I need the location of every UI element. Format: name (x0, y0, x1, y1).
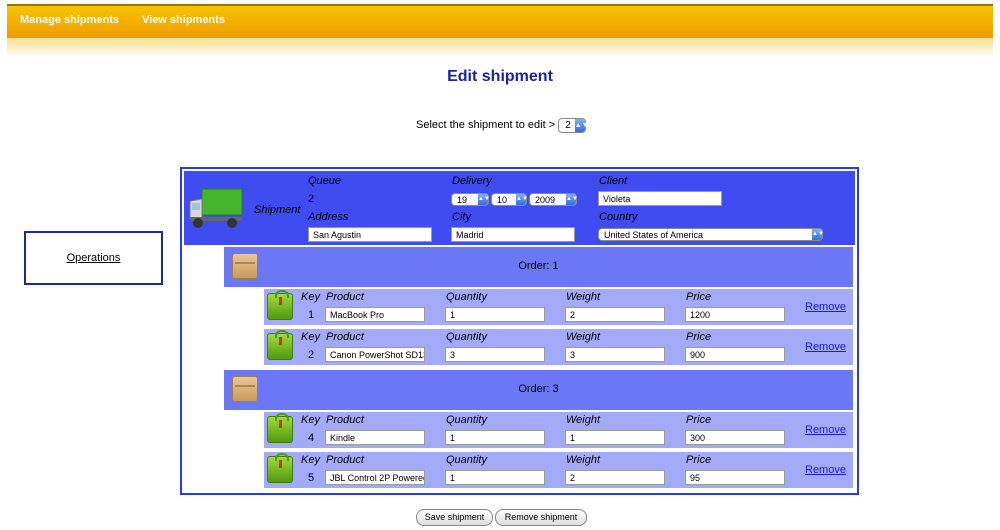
quantity-input[interactable]: 3 (445, 347, 545, 362)
key-value: 5 (308, 472, 315, 484)
city-label: City (452, 211, 471, 223)
city-input[interactable]: Madrid (451, 227, 575, 242)
weight-input[interactable]: 1 (565, 430, 665, 445)
address-input[interactable]: San Agustin (308, 227, 432, 242)
quantity-label: Quantity (446, 454, 487, 466)
price-input[interactable]: 300 (685, 430, 785, 445)
product-row: Key 5 Product JBL Control 2P Powered Quantit… (264, 452, 853, 488)
remove-product-link[interactable]: Remove (805, 464, 846, 476)
price-label: Price (686, 331, 712, 343)
price-input[interactable]: 900 (685, 347, 785, 362)
select-arrows-icon: ▲▼ (812, 229, 824, 240)
quantity-label: Quantity (446, 291, 487, 303)
shipment-selector-row: Select the shipment to edit > 2 ▲▼ (416, 118, 589, 133)
delivery-year-select[interactable]: 2009 ▲▼ (529, 193, 578, 206)
operations-box: Operations (24, 231, 163, 285)
select-arrows-icon: ▲▼ (574, 119, 589, 132)
shipment-select[interactable]: 2 ▲▼ (558, 118, 589, 133)
product-label: Product (326, 414, 364, 426)
remove-product-link[interactable]: Remove (805, 424, 846, 436)
shipment-label: Shipment (254, 204, 301, 216)
quantity-input[interactable]: 1 (445, 307, 545, 322)
order-label: Order: 3 (518, 383, 559, 395)
product-input[interactable]: Canon PowerShot SD1300 (325, 347, 425, 362)
operations-link[interactable]: Operations (67, 252, 121, 264)
nav-manage-shipments[interactable]: Manage shipments (20, 14, 119, 26)
truck-icon (189, 188, 243, 228)
order-label: Order: 1 (518, 260, 559, 272)
key-label: Key (301, 454, 320, 466)
quantity-input[interactable]: 1 (445, 470, 545, 485)
product-label: Product (326, 331, 364, 343)
price-label: Price (686, 414, 712, 426)
product-label: Product (326, 454, 364, 466)
delivery-label: Delivery (452, 175, 492, 187)
key-value: 2 (308, 349, 315, 361)
weight-label: Weight (566, 291, 601, 303)
address-label: Address (308, 211, 349, 223)
shopping-bag-icon (267, 413, 293, 443)
quantity-label: Quantity (446, 331, 487, 343)
queue-label: Queue (308, 175, 342, 187)
key-value: 1 (308, 309, 315, 321)
delivery-month-select[interactable]: 10 ▲▼ (491, 193, 528, 206)
product-input[interactable]: MacBook Pro (325, 307, 425, 322)
weight-input[interactable]: 2 (565, 470, 665, 485)
remove-shipment-button[interactable]: Remove shipment (495, 509, 587, 526)
product-label: Product (326, 291, 364, 303)
select-arrows-icon: ▲▼ (478, 194, 490, 205)
shopping-bag-icon (267, 453, 293, 483)
save-shipment-button[interactable]: Save shipment (416, 509, 493, 526)
key-label: Key (301, 331, 320, 343)
order-header: Order: 3 (224, 370, 853, 410)
shipment-panel: Shipment Queue 2 Delivery 19 ▲▼ 10 ▲▼ 2009… (180, 167, 859, 495)
price-input[interactable]: 95 (685, 470, 785, 485)
quantity-label: Quantity (446, 414, 487, 426)
queue-value: 2 (308, 193, 315, 205)
price-label: Price (686, 454, 712, 466)
product-row: Key 1 Product MacBook Pro Quantity 1 Weight 2 Pr… (264, 289, 853, 325)
remove-product-link[interactable]: Remove (805, 341, 846, 353)
weight-label: Weight (566, 414, 601, 426)
remove-product-link[interactable]: Remove (805, 301, 846, 313)
key-label: Key (301, 414, 320, 426)
product-input[interactable]: Kindle (325, 430, 425, 445)
order-header: Order: 1 (224, 247, 853, 287)
quantity-input[interactable]: 1 (445, 430, 545, 445)
key-label: Key (301, 291, 320, 303)
weight-label: Weight (566, 454, 601, 466)
top-nav-fade (7, 38, 993, 58)
client-input[interactable]: Violeta (598, 191, 722, 206)
select-arrows-icon: ▲▼ (566, 194, 578, 205)
weight-input[interactable]: 2 (565, 307, 665, 322)
price-label: Price (686, 291, 712, 303)
weight-input[interactable]: 3 (565, 347, 665, 362)
product-row: Key 2 Product Canon PowerShot SD1300 Quantit… (264, 329, 853, 365)
country-label: Country (599, 211, 638, 223)
price-input[interactable]: 1200 (685, 307, 785, 322)
shopping-bag-icon (267, 330, 293, 360)
product-row: Key 4 Product Kindle Quantity 1 Weight 1 Price 30… (264, 412, 853, 448)
client-label: Client (599, 175, 628, 187)
delivery-day-select[interactable]: 19 ▲▼ (451, 193, 490, 206)
page-title: Edit shipment (447, 68, 553, 85)
country-select[interactable]: United States of America ▲▼ (598, 228, 824, 241)
top-nav-bar: Manage shipments View shipments (7, 4, 993, 38)
weight-label: Weight (566, 331, 601, 343)
shopping-bag-icon (267, 290, 293, 320)
shipment-selector-label: Select the shipment to edit > (416, 119, 556, 131)
product-input[interactable]: JBL Control 2P Powered (325, 470, 425, 485)
shipment-header: Shipment Queue 2 Delivery 19 ▲▼ 10 ▲▼ 2009… (184, 171, 855, 245)
key-value: 4 (308, 432, 315, 444)
nav-view-shipments[interactable]: View shipments (142, 14, 225, 26)
select-arrows-icon: ▲▼ (516, 194, 528, 205)
